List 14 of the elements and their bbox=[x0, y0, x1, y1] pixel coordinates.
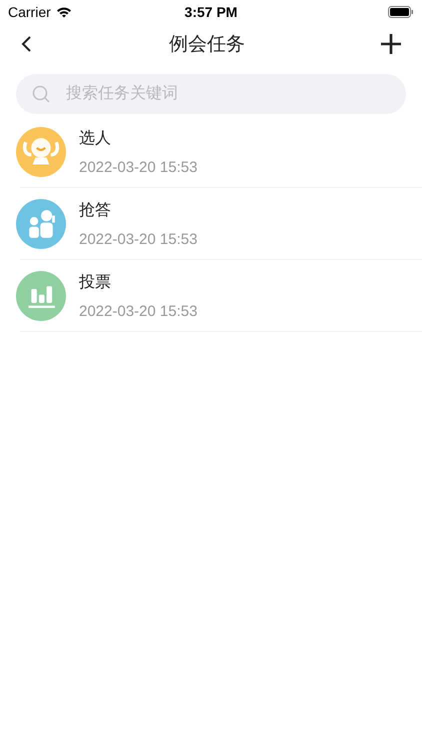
task-title[interactable]: 选人 bbox=[79, 128, 198, 148]
task-title[interactable]: 抢答 bbox=[79, 200, 198, 220]
task-date: 2022-03-20 15:53 bbox=[79, 158, 198, 176]
clock-time: 3:57 PM bbox=[184, 4, 238, 20]
task-date: 2022-03-20 15:53 bbox=[79, 302, 198, 320]
task-title[interactable]: 投票 bbox=[79, 272, 198, 292]
add-icon bbox=[380, 33, 402, 55]
task-date: 2022-03-20 15:53 bbox=[79, 230, 198, 248]
page-title: 例会任务 bbox=[168, 33, 246, 57]
search-field[interactable]: 搜索任务关键词 bbox=[16, 74, 406, 114]
wifi-icon bbox=[56, 6, 72, 18]
search-icon bbox=[32, 85, 50, 103]
carrier-label: Carrier bbox=[8, 4, 51, 20]
battery-icon bbox=[388, 6, 414, 18]
